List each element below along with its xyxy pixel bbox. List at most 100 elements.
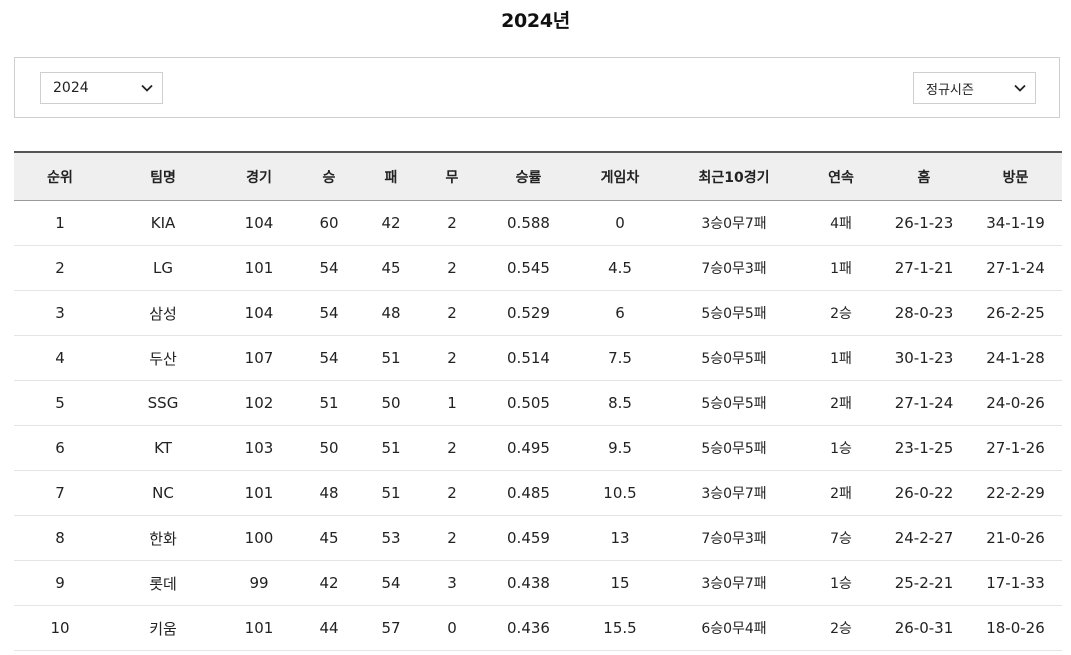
cell-home: 25-2-21 [879, 560, 969, 606]
cell-away: 18-0-26 [969, 605, 1062, 651]
cell-away: 27-1-24 [969, 245, 1062, 291]
table-row: 6 KT 103 50 51 2 0.495 9.5 5승0무5패 1승 23-1-25 27-1-2… [14, 425, 1062, 471]
cell-draws: 2 [422, 200, 482, 246]
table-row: 9 롯데 99 42 54 3 0.438 15 3승0무7패 1승 25-2-21 17-1-33 [14, 560, 1062, 606]
cell-losses: 53 [360, 515, 422, 561]
cell-rank: 3 [14, 290, 106, 336]
cell-wins: 51 [298, 380, 360, 426]
cell-last-10: 6승0무4패 [665, 605, 803, 651]
cell-team: 삼성 [106, 290, 220, 336]
page-title: 2024년 [501, 10, 570, 32]
chevron-down-icon [1009, 72, 1031, 104]
cell-losses: 51 [360, 335, 422, 381]
season-select-value: 정규시즌 [926, 82, 974, 98]
cell-win-pct: 0.514 [482, 335, 575, 381]
column-header-games-behind: 게임차 [600, 169, 640, 186]
cell-wins: 54 [298, 290, 360, 336]
cell-win-pct: 0.485 [482, 470, 575, 516]
column-header-losses: 패 [384, 169, 398, 186]
cell-home: 26-0-22 [879, 470, 969, 516]
cell-last-10: 3승0무7패 [665, 560, 803, 606]
column-header-games: 경기 [246, 169, 272, 186]
cell-draws: 2 [422, 425, 482, 471]
standings-table: 순위 팀명 경기 승 패 무 승률 게임차 최근10경기 연속 홈 방문 1 KIA 104 60 42 2 0.… [14, 151, 1062, 651]
year-select-value: 2024 [53, 80, 89, 96]
cell-team: 키움 [106, 605, 220, 651]
cell-away: 21-0-26 [969, 515, 1062, 561]
cell-win-pct: 0.495 [482, 425, 575, 471]
cell-wins: 60 [298, 200, 360, 246]
cell-home: 27-1-21 [879, 245, 969, 291]
cell-streak: 1승 [803, 425, 879, 471]
cell-win-pct: 0.436 [482, 605, 575, 651]
cell-draws: 2 [422, 470, 482, 516]
column-header-win-pct: 승률 [515, 169, 542, 186]
column-header-away: 방문 [1002, 169, 1029, 186]
table-header-row: 순위 팀명 경기 승 패 무 승률 게임차 최근10경기 연속 홈 방문 [14, 152, 1062, 201]
cell-losses: 50 [360, 380, 422, 426]
cell-wins: 42 [298, 560, 360, 606]
cell-team: KT [106, 425, 220, 471]
cell-losses: 54 [360, 560, 422, 606]
cell-rank: 5 [14, 380, 106, 426]
cell-losses: 45 [360, 245, 422, 291]
season-select[interactable]: 정규시즌 [913, 72, 1036, 104]
cell-team: 한화 [106, 515, 220, 561]
cell-wins: 44 [298, 605, 360, 651]
column-header-team: 팀명 [150, 169, 176, 186]
column-header-streak: 연속 [828, 169, 854, 186]
cell-home: 27-1-24 [879, 380, 969, 426]
table-row: 8 한화 100 45 53 2 0.459 13 7승0무3패 7승 24-2-27 21-0-26 [14, 515, 1062, 561]
cell-last-10: 3승0무7패 [665, 470, 803, 516]
cell-streak: 2패 [803, 470, 879, 516]
cell-streak: 2패 [803, 380, 879, 426]
cell-draws: 2 [422, 290, 482, 336]
cell-draws: 0 [422, 605, 482, 651]
cell-last-10: 7승0무3패 [665, 245, 803, 291]
cell-games: 103 [220, 425, 298, 471]
cell-rank: 10 [14, 605, 106, 651]
cell-wins: 54 [298, 245, 360, 291]
cell-last-10: 5승0무5패 [665, 380, 803, 426]
cell-games-behind: 13 [575, 515, 665, 561]
standings-table-container: 순위 팀명 경기 승 패 무 승률 게임차 최근10경기 연속 홈 방문 1 KIA 104 60 42 2 0.… [14, 151, 1062, 651]
cell-games: 102 [220, 380, 298, 426]
table-row: 3 삼성 104 54 48 2 0.529 6 5승0무5패 2승 28-0-23 26-2-25 [14, 290, 1062, 336]
chevron-down-icon [136, 72, 158, 104]
cell-wins: 54 [298, 335, 360, 381]
cell-away: 26-2-25 [969, 290, 1062, 336]
table-row: 10 키움 101 44 57 0 0.436 15.5 6승0무4패 2승 26-0-31 18-0… [14, 605, 1062, 651]
cell-games: 99 [220, 560, 298, 606]
cell-games: 107 [220, 335, 298, 381]
cell-home: 24-2-27 [879, 515, 969, 561]
cell-games: 101 [220, 605, 298, 651]
cell-losses: 51 [360, 470, 422, 516]
year-select[interactable]: 2024 [40, 72, 163, 104]
column-header-home: 홈 [917, 169, 931, 186]
cell-games-behind: 15.5 [575, 605, 665, 651]
cell-last-10: 7승0무3패 [665, 515, 803, 561]
cell-team: KIA [106, 200, 220, 246]
cell-away: 17-1-33 [969, 560, 1062, 606]
cell-games: 101 [220, 245, 298, 291]
cell-streak: 1패 [803, 335, 879, 381]
cell-games-behind: 8.5 [575, 380, 665, 426]
filter-panel: 2024 정규시즌 [14, 57, 1060, 118]
column-header-last-10: 최근10경기 [698, 169, 770, 186]
cell-games-behind: 4.5 [575, 245, 665, 291]
cell-away: 24-0-26 [969, 380, 1062, 426]
cell-draws: 2 [422, 515, 482, 561]
cell-wins: 45 [298, 515, 360, 561]
cell-wins: 50 [298, 425, 360, 471]
column-header-rank: 순위 [47, 169, 73, 186]
cell-team: LG [106, 245, 220, 291]
cell-home: 23-1-25 [879, 425, 969, 471]
cell-losses: 42 [360, 200, 422, 246]
cell-win-pct: 0.588 [482, 200, 575, 246]
cell-last-10: 3승0무7패 [665, 200, 803, 246]
cell-rank: 2 [14, 245, 106, 291]
cell-team: NC [106, 470, 220, 516]
cell-streak: 7승 [803, 515, 879, 561]
cell-away: 22-2-29 [969, 470, 1062, 516]
cell-last-10: 5승0무5패 [665, 425, 803, 471]
